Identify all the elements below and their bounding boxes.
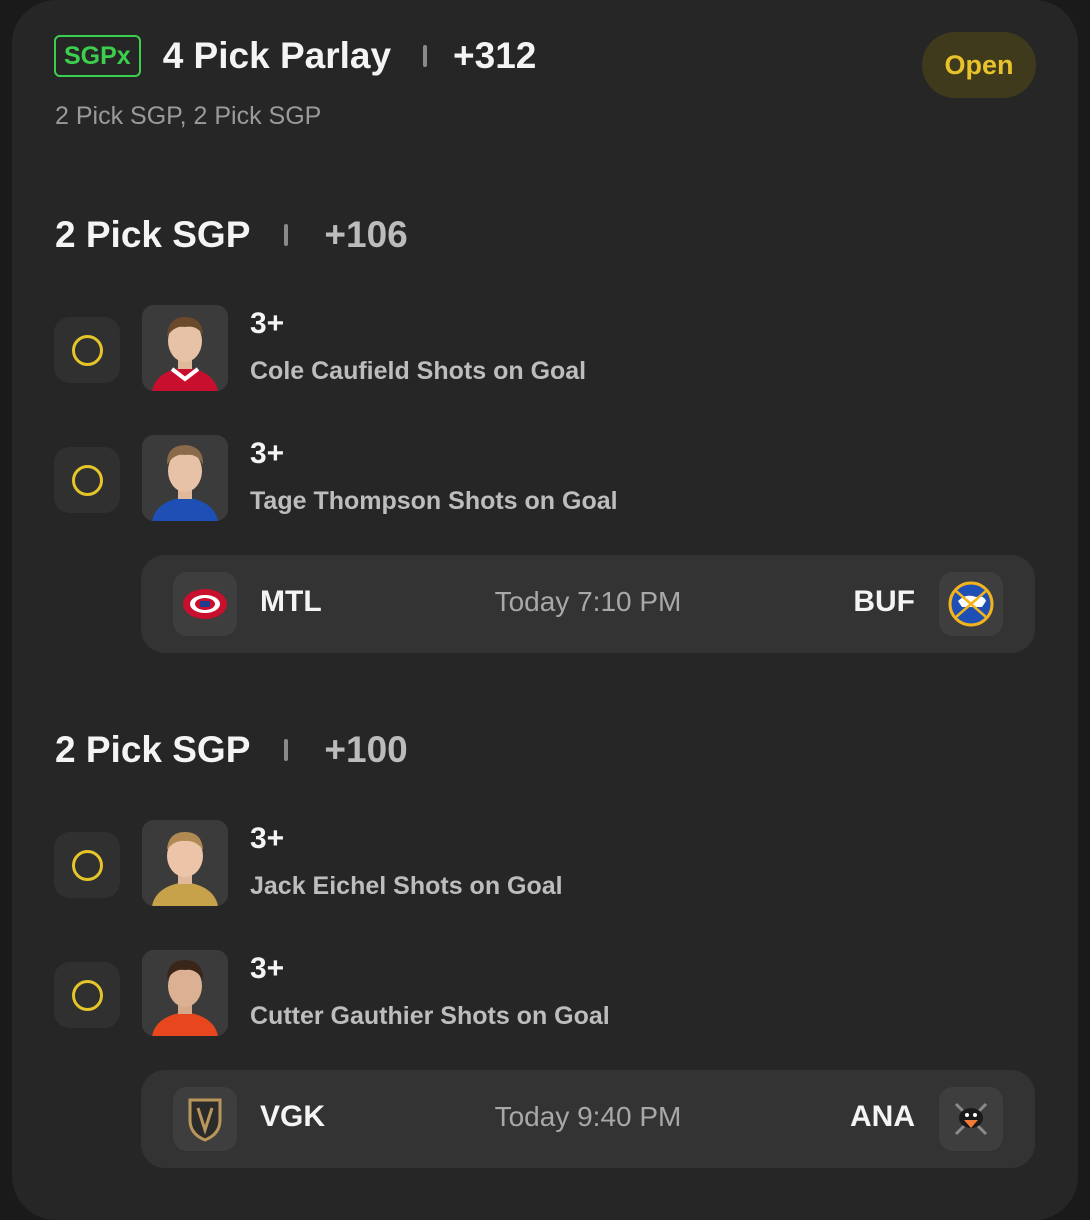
parlay-odds: +312 (453, 35, 537, 76)
leg-description: Tage Thompson Shots on Goal (250, 487, 618, 515)
section-header: 2 Pick SGP +106 (55, 210, 408, 260)
header-divider (423, 45, 428, 67)
game-info-bar[interactable]: MTL Today 7:10 PM BUF (141, 555, 1035, 653)
status-badge: Open (922, 32, 1036, 98)
section-divider (284, 739, 289, 761)
leg-status-icon (54, 832, 120, 898)
leg-description: Cutter Gauthier Shots on Goal (250, 1002, 610, 1030)
leg-line: 3+ (250, 822, 285, 855)
sgpx-badge: SGPx (54, 35, 141, 77)
parlay-header: SGPx 4 Pick Parlay +312 (54, 32, 536, 80)
leg-status-icon (54, 317, 120, 383)
section-odds: +100 (324, 729, 408, 770)
parlay-subtitle: 2 Pick SGP, 2 Pick SGP (55, 102, 322, 130)
leg-row[interactable]: 3+ Tage Thompson Shots on Goal (54, 435, 1054, 525)
leg-line: 3+ (250, 437, 285, 470)
section-divider (284, 224, 289, 246)
section-title: 2 Pick SGP (55, 214, 251, 255)
leg-row[interactable]: 3+ Jack Eichel Shots on Goal (54, 820, 1054, 910)
sabres-logo-icon (939, 572, 1003, 636)
leg-line: 3+ (250, 952, 285, 985)
section-header: 2 Pick SGP +100 (55, 725, 408, 775)
leg-row[interactable]: 3+ Cole Caufield Shots on Goal (54, 305, 1054, 395)
leg-row[interactable]: 3+ Cutter Gauthier Shots on Goal (54, 950, 1054, 1040)
player-avatar (142, 820, 228, 906)
parlay-card[interactable]: SGPx 4 Pick Parlay +312 Open 2 Pick SGP,… (12, 0, 1078, 1220)
home-team: ANA (850, 1100, 915, 1133)
game-info-bar[interactable]: VGK Today 9:40 PM ANA (141, 1070, 1035, 1168)
section-odds: +106 (324, 214, 408, 255)
leg-description: Cole Caufield Shots on Goal (250, 357, 587, 385)
player-avatar (142, 950, 228, 1036)
parlay-title: 4 Pick Parlay (162, 35, 392, 76)
player-avatar (142, 305, 228, 391)
home-team: BUF (853, 585, 915, 618)
player-avatar (142, 435, 228, 521)
section-title: 2 Pick SGP (55, 729, 251, 770)
leg-status-icon (54, 962, 120, 1028)
leg-description: Jack Eichel Shots on Goal (250, 872, 563, 900)
leg-line: 3+ (250, 307, 285, 340)
leg-status-icon (54, 447, 120, 513)
ducks-logo-icon (939, 1087, 1003, 1151)
